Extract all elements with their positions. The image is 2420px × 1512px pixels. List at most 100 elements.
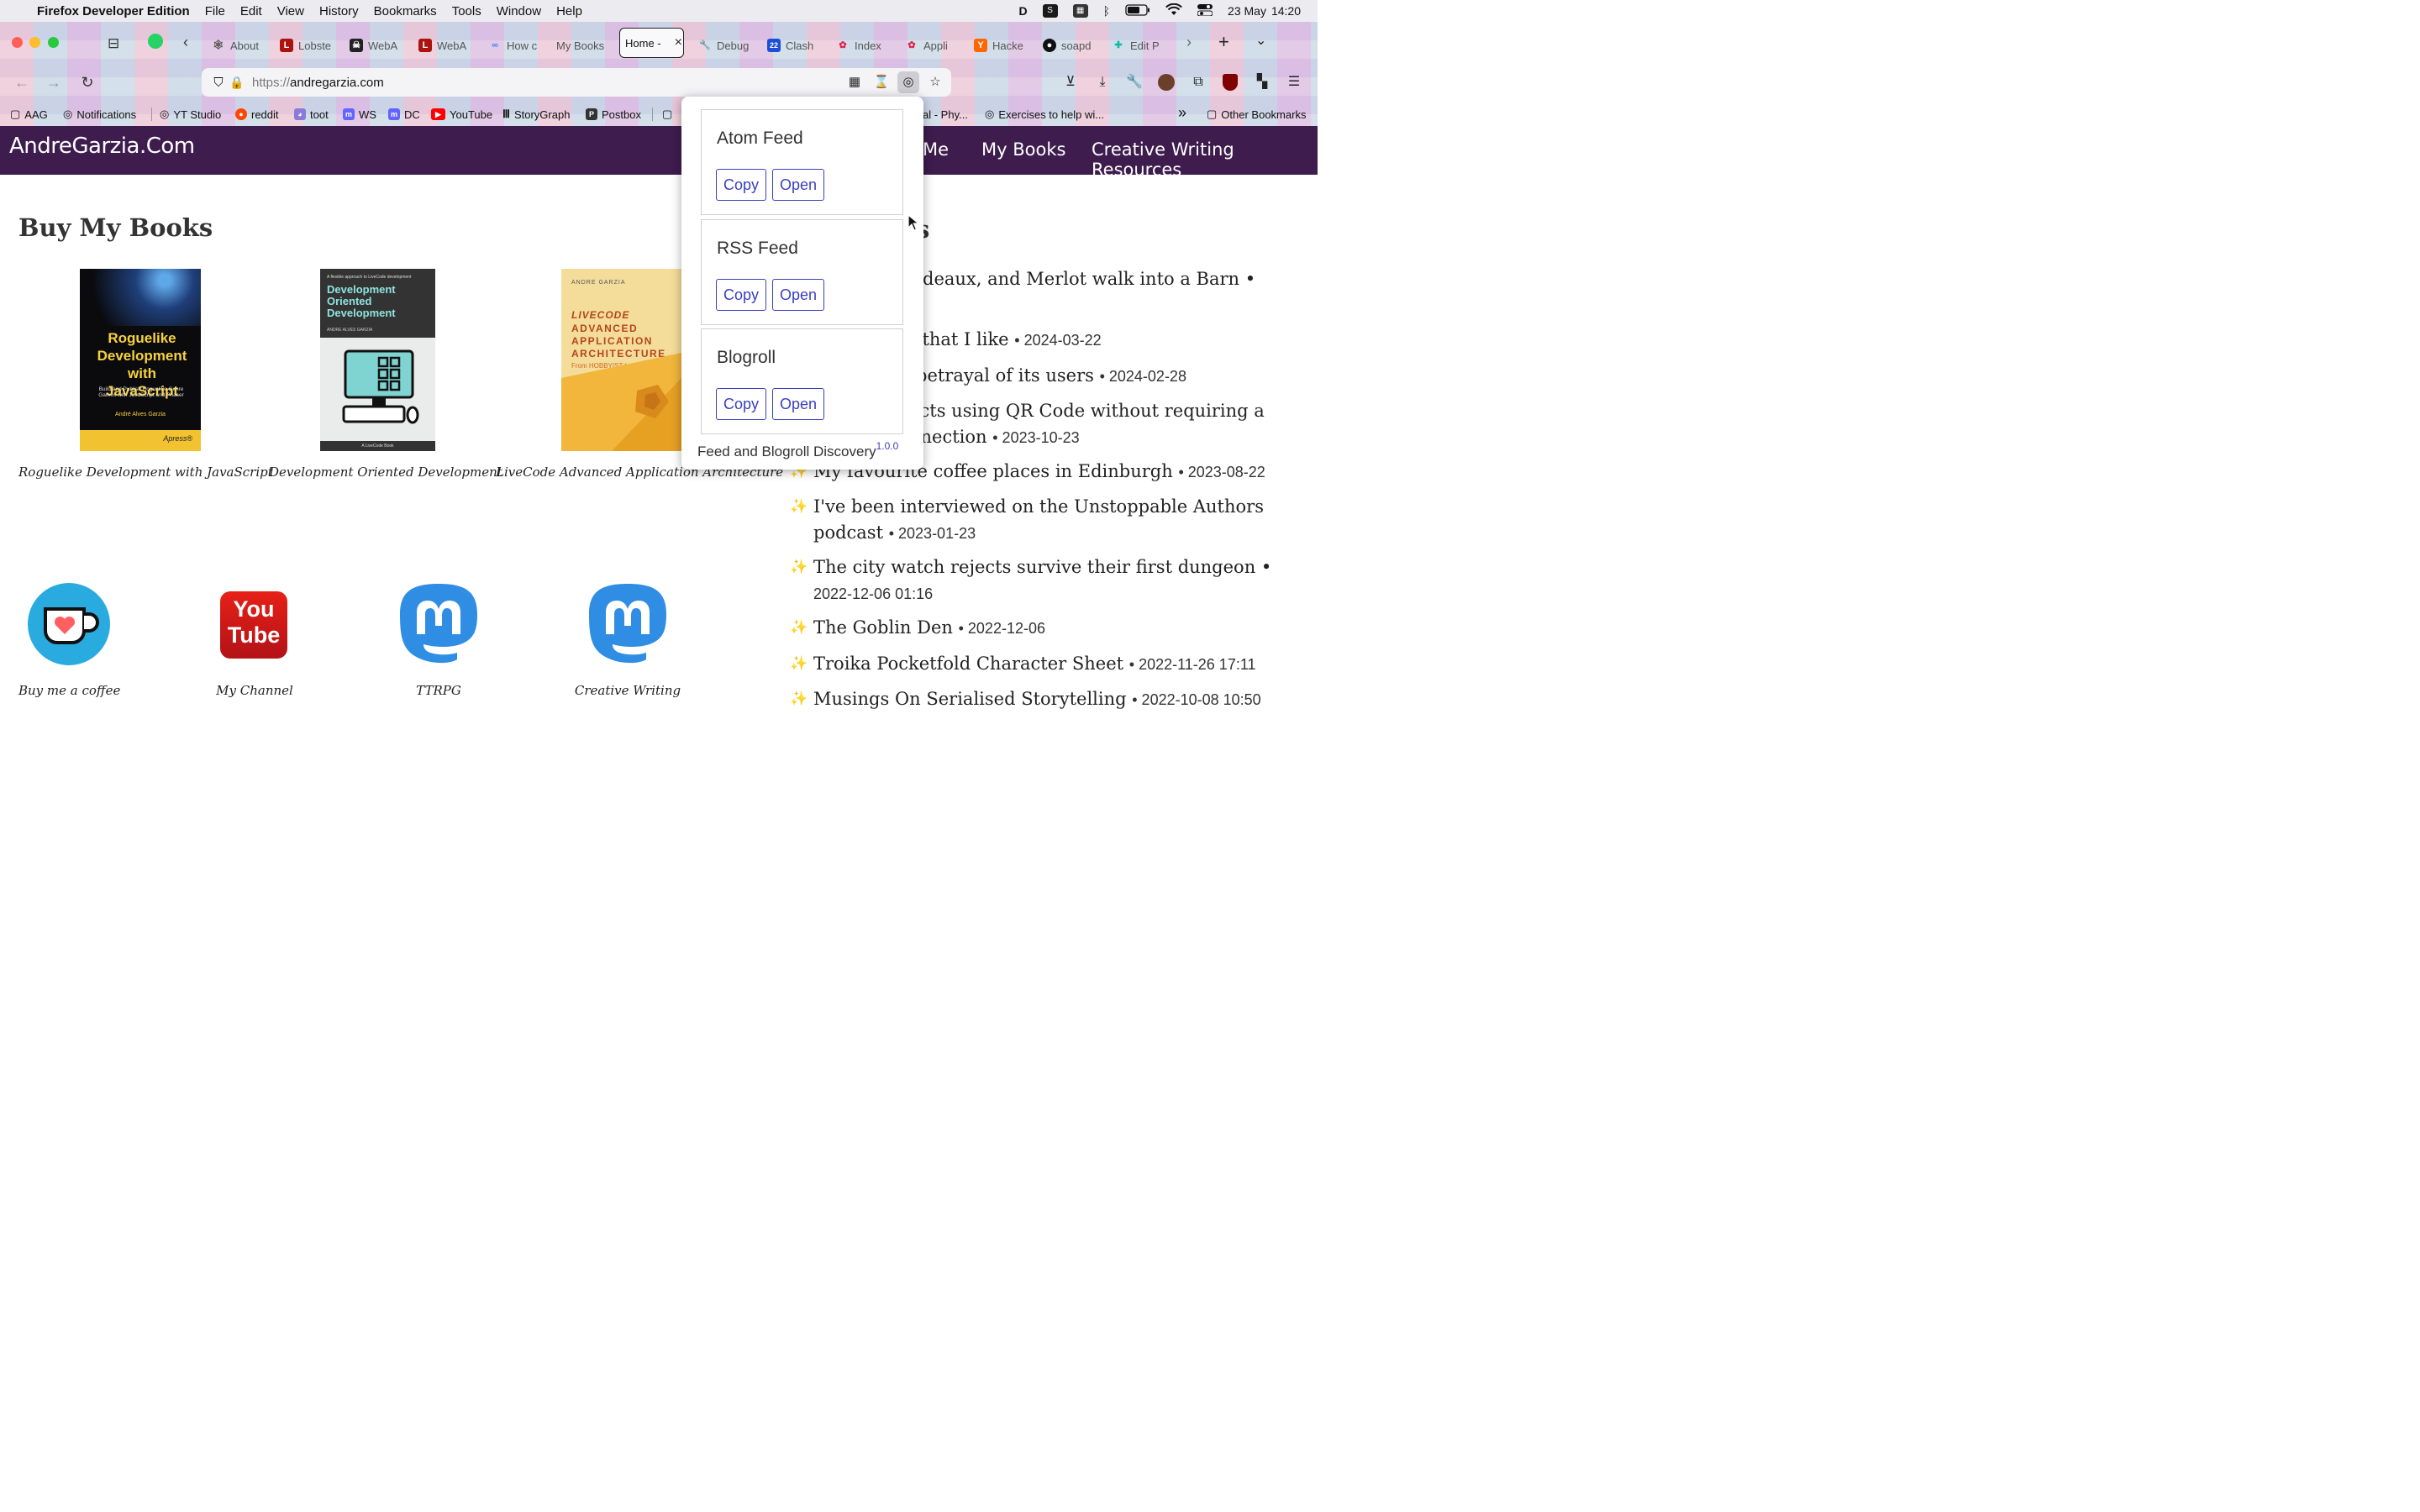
social-caption-channel[interactable]: My Channel — [204, 683, 305, 698]
atom-open-button[interactable]: Open — [772, 169, 825, 201]
bookmark-folder[interactable]: ▢ — [662, 106, 676, 123]
menu-history[interactable]: History — [319, 4, 359, 18]
url-bar[interactable]: ⛉ 🔒 https://andregarzia.com ▦ ⌛ ◎ ☆ — [202, 68, 951, 97]
dictation-icon[interactable]: D — [1019, 4, 1028, 18]
profile-avatar-icon[interactable] — [1155, 71, 1178, 94]
tab-debug[interactable]: 🔧 Debug — [693, 32, 760, 59]
reload-icon[interactable]: ↻ — [76, 71, 99, 94]
bookmark-storygraph[interactable]: Ⅲ StoryGraph — [502, 106, 570, 123]
feed-discovery-icon[interactable]: ◎ — [897, 71, 919, 93]
close-tab-icon[interactable]: × — [675, 35, 682, 50]
menu-view[interactable]: View — [277, 4, 304, 18]
rss-open-button[interactable]: Open — [772, 279, 825, 311]
zoom-window-button[interactable] — [48, 37, 59, 48]
social-caption-coffee[interactable]: Buy me a coffee — [18, 683, 120, 698]
buy-me-a-coffee-link[interactable] — [27, 582, 111, 669]
bluetooth-icon[interactable]: ᛒ — [1103, 4, 1110, 18]
list-all-tabs-icon[interactable]: ⌄ — [1255, 32, 1266, 49]
hourglass-extension-icon[interactable]: ⌛ — [871, 71, 892, 93]
post-title[interactable]: Musings On Serialised Storytelling — [813, 689, 1127, 709]
tab-appli[interactable]: ✿ Appli — [900, 32, 967, 59]
tracking-protection-shield-icon[interactable]: ⛉ — [210, 76, 227, 90]
tab-lobsters[interactable]: L Lobste — [275, 32, 342, 59]
bookmark-notifications[interactable]: ◎ Notifications — [63, 106, 136, 123]
control-center-icon[interactable] — [1197, 3, 1213, 18]
bookmark-yt-studio[interactable]: ◎ YT Studio — [160, 106, 221, 123]
tab-scroll-left-icon[interactable]: ‹ — [183, 34, 188, 51]
atom-copy-button[interactable]: Copy — [716, 169, 767, 201]
rss-copy-button[interactable]: Copy — [716, 279, 767, 311]
forward-arrow-icon[interactable]: → — [42, 71, 66, 94]
post-title[interactable]: acts using QR Code without requiring a — [909, 401, 1265, 421]
blogroll-copy-button[interactable]: Copy — [716, 388, 767, 420]
book-cover-roguelike[interactable]: Roguelike Development with JavaScript Bu… — [80, 269, 201, 451]
ttrpg-mastodon-link[interactable] — [397, 582, 481, 669]
developer-tools-wrench-icon[interactable]: 🔧 — [1123, 71, 1146, 94]
tab-scroll-right-icon[interactable]: › — [1186, 34, 1192, 51]
menu-file[interactable]: File — [205, 4, 225, 18]
blogroll-open-button[interactable]: Open — [772, 388, 825, 420]
book-caption-development-oriented[interactable]: Development Oriented Development — [269, 465, 502, 480]
post-title[interactable]: betrayal of its users — [916, 365, 1094, 386]
bookmark-dc[interactable]: m DC — [388, 106, 420, 123]
tab-home-active[interactable]: Home - × — [619, 28, 684, 58]
bookmark-exercises[interactable]: ◎ Exercises to help wi... — [985, 106, 1104, 123]
tab-how[interactable]: ∞ How c — [483, 32, 550, 59]
post-title[interactable]: I've been interviewed on the Unstoppable… — [813, 496, 1264, 517]
pocket-icon[interactable]: ⊻ — [1059, 71, 1082, 94]
social-caption-ttrpg[interactable]: TTRPG — [388, 683, 489, 698]
app-menu[interactable]: Firefox Developer Edition — [37, 4, 190, 18]
extensions-puzzle-icon[interactable]: ⧉ — [1186, 71, 1210, 94]
bookmark-star-icon[interactable]: ☆ — [924, 71, 946, 93]
firefox-view-icon[interactable]: ⊟ — [108, 35, 119, 52]
my-channel-link[interactable]: You Tube — [220, 591, 289, 660]
tab-about[interactable]: 🕸 About — [207, 32, 274, 59]
bookmark-aag[interactable]: ▢ AAG — [10, 106, 48, 123]
book-caption-roguelike[interactable]: Roguelike Development with JavaScript — [18, 465, 273, 480]
battery-icon[interactable] — [1125, 3, 1150, 18]
downloads-icon[interactable]: ⤓ — [1091, 71, 1114, 94]
post-title[interactable]: Troika Pocketfold Character Sheet — [813, 654, 1123, 674]
book-cover-livecode-advanced[interactable]: ANDRE GARZIA LIVECODE ADVANCED APPLICATI… — [561, 269, 681, 451]
tab-index[interactable]: ✿ Index — [831, 32, 898, 59]
tab-weba-1[interactable]: ☠ WebA — [345, 32, 412, 59]
creative-writing-mastodon-link[interactable] — [586, 582, 670, 669]
menu-help[interactable]: Help — [556, 4, 582, 18]
back-arrow-icon[interactable]: ← — [10, 71, 34, 94]
post-title[interactable]: The city watch rejects survive their fir… — [813, 557, 1271, 577]
menu-edit[interactable]: Edit — [240, 4, 262, 18]
lock-icon[interactable]: 🔒 — [227, 76, 247, 90]
post-title[interactable]: deaux, and Merlot walk into a Barn • — [923, 266, 1393, 292]
clock-date[interactable]: 23 May — [1228, 4, 1266, 18]
url-text[interactable]: https://andregarzia.com — [252, 76, 384, 90]
menu-bookmarks[interactable]: Bookmarks — [374, 4, 437, 18]
bookmark-ws[interactable]: m WS — [343, 106, 376, 123]
skype-icon[interactable]: S — [1042, 4, 1058, 18]
bookmark-reddit[interactable]: ● reddit — [235, 106, 279, 123]
bookmark-physics[interactable]: al - Phy... — [923, 106, 968, 123]
bookmark-postbox[interactable]: P Postbox — [586, 106, 641, 123]
nav-my-books[interactable]: My Books — [981, 139, 1065, 160]
book-cover-development-oriented[interactable]: A flexible approach to LiveCode developm… — [320, 269, 435, 451]
site-title-link[interactable]: AndreGarzia.Com — [9, 134, 195, 159]
tab-hacker-news[interactable]: Y Hacke — [969, 32, 1036, 59]
tab-soapd[interactable]: ● soapd — [1038, 32, 1105, 59]
bookmarks-overflow-icon[interactable]: » — [1178, 104, 1186, 122]
new-tab-icon[interactable]: + — [1218, 31, 1229, 53]
other-bookmarks[interactable]: ▢ Other Bookmarks — [1207, 106, 1306, 123]
window-manager-icon[interactable]: ▦ — [1072, 4, 1088, 18]
tab-edit[interactable]: ✚ Edit P — [1107, 32, 1174, 59]
close-window-button[interactable] — [12, 37, 23, 48]
post-title[interactable]: The Goblin Den — [813, 617, 953, 638]
qr-code-icon[interactable]: ▦ — [844, 71, 865, 93]
minimize-window-button[interactable] — [29, 37, 40, 48]
extensions-grid-icon[interactable]: ▚ — [1250, 71, 1274, 94]
app-menu-hamburger-icon[interactable]: ☰ — [1282, 71, 1306, 94]
menu-window[interactable]: Window — [497, 4, 541, 18]
tab-my-books[interactable]: My Books — [551, 32, 618, 59]
wifi-icon[interactable] — [1165, 3, 1182, 18]
clock-time[interactable]: 14:20 — [1271, 4, 1301, 18]
ublock-origin-icon[interactable] — [1218, 71, 1242, 94]
tab-clash[interactable]: 22 Clash — [762, 32, 829, 59]
tab-weba-2[interactable]: L WebA — [413, 32, 481, 59]
